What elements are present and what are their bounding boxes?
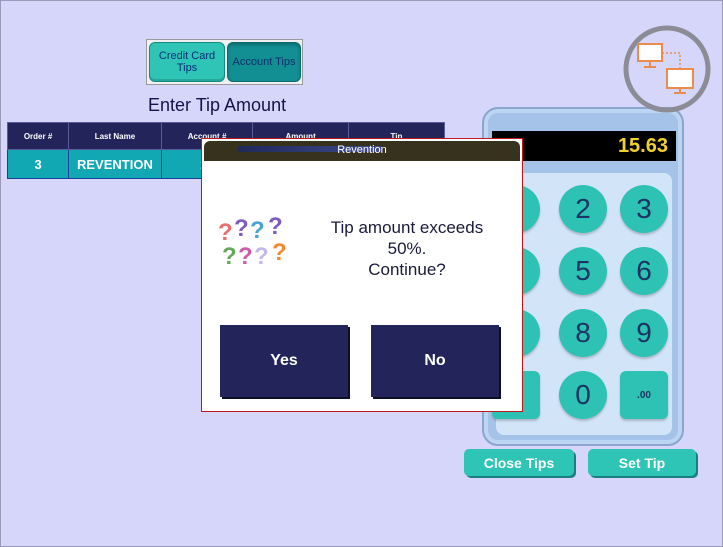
key-8[interactable]: 8 <box>559 309 607 357</box>
col-order-number[interactable]: Order # <box>6 122 70 150</box>
col-last-name[interactable]: Last Name <box>68 122 162 150</box>
network-status-icon[interactable] <box>623 25 711 113</box>
tab-credit-card-tips[interactable]: Credit Card Tips <box>149 42 225 82</box>
svg-text:?: ? <box>250 217 265 244</box>
key-0[interactable]: 0 <box>559 371 607 419</box>
cell-order-number: 3 <box>6 149 70 179</box>
yes-button[interactable]: Yes <box>220 325 348 397</box>
svg-text:?: ? <box>254 243 269 270</box>
pos-screen: Credit Card Tips Account Tips Enter Tip … <box>0 0 723 547</box>
key-5[interactable]: 5 <box>559 247 607 295</box>
svg-text:?: ? <box>238 243 253 270</box>
tip-type-tabs: Credit Card Tips Account Tips <box>146 39 303 85</box>
question-marks-icon: ? ? ? ? ? ? ? ? <box>218 213 287 270</box>
tip-warning-dialog: Revention ? ? ? ? ? ? ? ? Tip amount exc… <box>201 138 523 412</box>
svg-text:?: ? <box>222 243 237 270</box>
svg-text:?: ? <box>218 219 233 246</box>
close-tips-button[interactable]: Close Tips <box>464 449 574 476</box>
key-decimal-00[interactable]: .00 <box>620 371 668 419</box>
svg-text:?: ? <box>272 239 287 266</box>
tab-account-tips[interactable]: Account Tips <box>227 42 301 82</box>
set-tip-button[interactable]: Set Tip <box>588 449 696 476</box>
key-9[interactable]: 9 <box>620 309 668 357</box>
dialog-message: Tip amount exceeds 50%. Continue? <box>330 218 484 279</box>
key-2[interactable]: 2 <box>559 185 607 233</box>
page-title: Enter Tip Amount <box>148 95 287 115</box>
cell-last-name: REVENTION <box>68 149 162 179</box>
key-3[interactable]: 3 <box>620 185 668 233</box>
svg-text:?: ? <box>234 215 249 242</box>
no-button[interactable]: No <box>371 325 499 397</box>
dialog-titlebar: Revention <box>204 141 520 161</box>
svg-text:?: ? <box>268 213 283 240</box>
key-6[interactable]: 6 <box>620 247 668 295</box>
dialog-title: Revention <box>337 144 387 156</box>
